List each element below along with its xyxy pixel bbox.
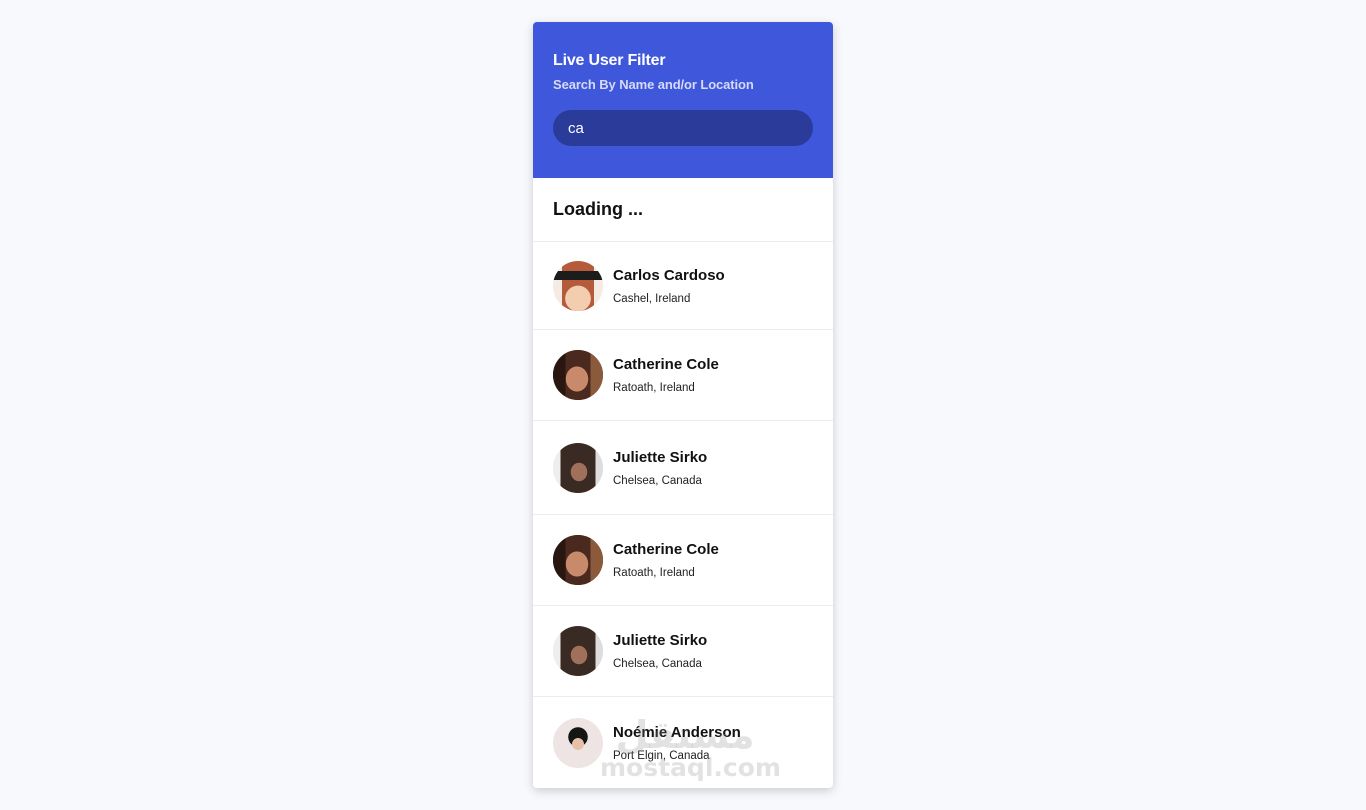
loading-status: Loading ... bbox=[533, 178, 833, 242]
user-photo-icon bbox=[553, 535, 603, 585]
user-location: Ratoath, Ireland bbox=[613, 567, 695, 579]
user-list-item[interactable]: Noémie Anderson Port Elgin, Canada bbox=[533, 697, 833, 788]
user-name: Noémie Anderson bbox=[613, 723, 741, 741]
user-name: Juliette Sirko bbox=[613, 448, 708, 466]
filter-header: Live User Filter Search By Name and/or L… bbox=[533, 22, 833, 178]
page-subtitle: Search By Name and/or Location bbox=[553, 77, 754, 92]
search-input[interactable] bbox=[553, 110, 813, 146]
user-filter-card: Live User Filter Search By Name and/or L… bbox=[533, 22, 833, 788]
user-location: Chelsea, Canada bbox=[613, 474, 702, 487]
user-location: Port Elgin, Canada bbox=[613, 749, 710, 762]
user-photo-icon bbox=[553, 626, 603, 676]
user-name: Juliette Sirko bbox=[613, 632, 708, 649]
user-photo-icon bbox=[553, 442, 603, 493]
user-list-item[interactable]: Juliette Sirko Chelsea, Canada bbox=[533, 606, 833, 697]
user-list-item[interactable]: Carlos Cardoso Cashel, Ireland bbox=[533, 242, 833, 330]
user-photo-icon bbox=[553, 260, 603, 311]
user-location: Cashel, Ireland bbox=[613, 292, 691, 305]
user-name: Catherine Cole bbox=[613, 541, 719, 558]
user-name: Carlos Cardoso bbox=[613, 266, 725, 284]
user-list-item[interactable]: Juliette Sirko Chelsea, Canada bbox=[533, 421, 833, 515]
page-title: Live User Filter bbox=[553, 52, 666, 69]
user-location: Ratoath, Ireland bbox=[613, 382, 695, 394]
user-list-item[interactable]: Catherine Cole Ratoath, Ireland bbox=[533, 515, 833, 606]
user-list-item[interactable]: Catherine Cole Ratoath, Ireland bbox=[533, 330, 833, 421]
user-photo-icon bbox=[553, 717, 603, 768]
user-photo-icon bbox=[553, 350, 603, 400]
user-name: Catherine Cole bbox=[613, 356, 719, 373]
user-list: Carlos Cardoso Cashel, Ireland Catherine… bbox=[533, 242, 833, 788]
user-location: Chelsea, Canada bbox=[613, 658, 702, 670]
